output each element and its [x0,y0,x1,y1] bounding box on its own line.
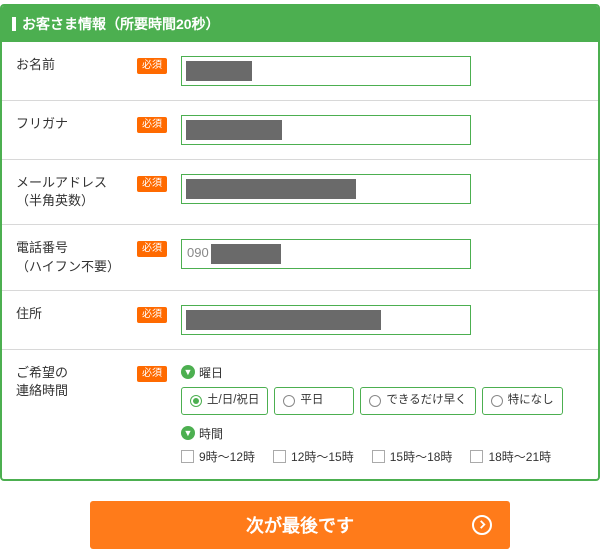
customer-info-form: お客さま情報（所要時間20秒） お名前 必須 フリガナ 必須 [0,4,600,481]
required-badge: 必須 [137,176,167,192]
radio-icon [369,395,381,407]
radio-day-none[interactable]: 特になし [482,387,563,415]
label-phone: 電話番号 （ハイフン不要） [16,239,120,275]
radio-day-holiday[interactable]: 土/日/祝日 [181,387,268,415]
radio-icon [283,395,295,407]
section-title: お客さま情報（所要時間20秒） [22,16,220,32]
label-furigana: フリガナ [16,115,68,133]
phone-input[interactable] [181,239,471,269]
day-radio-group: 土/日/祝日 平日 できるだけ早く 特になし [181,387,578,415]
radio-icon [491,395,503,407]
radio-icon [190,395,202,407]
arrow-down-icon: ▼ [181,426,195,440]
required-badge: 必須 [137,241,167,257]
radio-day-weekday[interactable]: 平日 [274,387,354,415]
email-input[interactable] [181,174,471,204]
row-name: お名前 必須 [2,42,598,101]
arrow-right-icon [472,515,492,535]
check-time-9-12[interactable]: 9時～12時 [181,448,255,465]
next-button[interactable]: 次が最後です [90,501,510,549]
row-furigana: フリガナ 必須 [2,101,598,160]
check-time-12-15[interactable]: 12時～15時 [273,448,354,465]
required-badge: 必須 [137,366,167,382]
phone-prefix-hint: 090 [187,245,209,260]
required-badge: 必須 [137,117,167,133]
row-contact-time: ご希望の 連絡時間 必須 ▼ 曜日 土/日/祝日 平日 [2,350,598,479]
time-check-group: 9時～12時 12時～15時 15時～18時 18時～21時 [181,448,578,465]
furigana-input[interactable] [181,115,471,145]
label-email: メールアドレス （半角英数） [16,174,107,210]
header-accent-bar [12,17,16,31]
label-name: お名前 [16,56,55,74]
name-input[interactable] [181,56,471,86]
time-section-label: ▼ 時間 [181,425,578,442]
arrow-down-icon: ▼ [181,365,195,379]
required-badge: 必須 [137,58,167,74]
section-header: お客さま情報（所要時間20秒） [2,6,598,42]
row-address: 住所 必須 [2,291,598,350]
day-section-label: ▼ 曜日 [181,364,578,381]
row-phone: 電話番号 （ハイフン不要） 必須 090 [2,225,598,290]
next-button-label: 次が最後です [246,512,354,538]
check-time-18-21[interactable]: 18時～21時 [470,448,551,465]
checkbox-icon [372,450,385,463]
required-badge: 必須 [137,307,167,323]
row-email: メールアドレス （半角英数） 必須 [2,160,598,225]
address-input[interactable] [181,305,471,335]
label-address: 住所 [16,305,42,323]
checkbox-icon [273,450,286,463]
checkbox-icon [470,450,483,463]
check-time-15-18[interactable]: 15時～18時 [372,448,453,465]
label-contact: ご希望の 連絡時間 [16,364,68,400]
radio-day-asap[interactable]: できるだけ早く [360,387,475,415]
checkbox-icon [181,450,194,463]
